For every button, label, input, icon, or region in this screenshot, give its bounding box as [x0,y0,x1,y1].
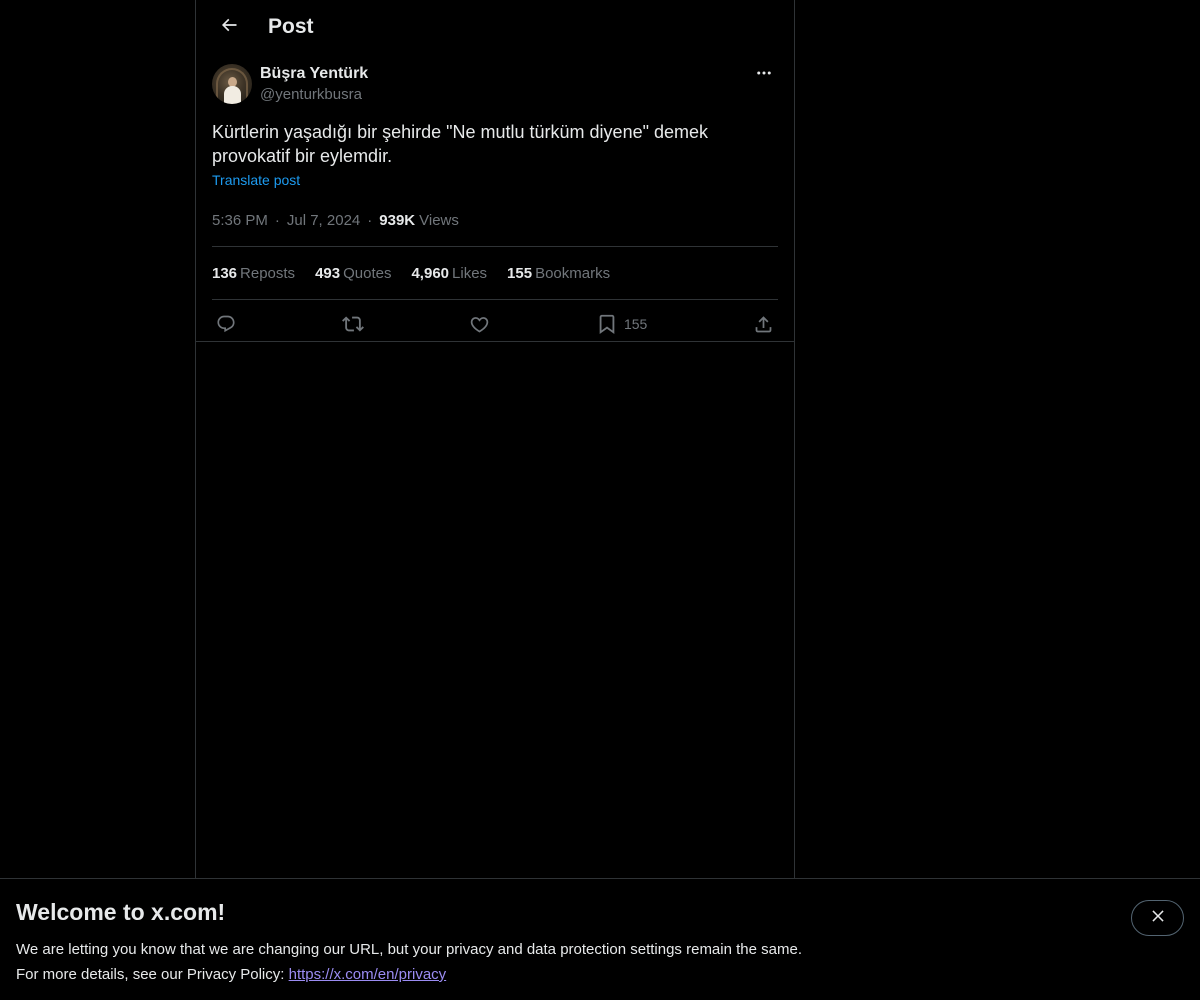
reposts-count: 136 [212,264,238,282]
privacy-policy-link[interactable]: https://x.com/en/privacy [289,966,447,983]
quotes-label: Quotes [343,264,392,282]
reply-icon [216,314,236,334]
quotes-stat[interactable]: 493 Quotes [315,265,391,282]
likes-label: Likes [452,264,488,282]
back-button[interactable] [212,10,246,44]
close-icon [1149,907,1167,930]
page-title: Post [268,15,314,38]
bookmarks-count: 155 [507,264,533,282]
views-count: 939K [379,211,416,229]
post-time[interactable]: 5:36 PM [212,212,268,229]
post-stats: 136 Reposts 493 Quotes 4,960 Likes 155 Bookm… [212,247,778,299]
more-options-button[interactable] [750,64,778,86]
likes-count: 4,960 [411,264,450,282]
post-text-line-1: Kürtlerin yaşadığı bir şehirde "Ne mutlu… [212,122,709,142]
banner-line-2: For more details, see our Privacy Policy… [16,962,1184,987]
author-handle[interactable]: @yenturkbusra [260,84,368,106]
avatar[interactable] [212,64,252,104]
post-text: Kürtlerin yaşadığı bir şehirde "Ne mutlu… [212,120,752,168]
post-text-line-2: provokatif bir eylemdir. [212,146,393,166]
bookmarks-label: Bookmarks [535,264,611,282]
meta-separator: · [367,211,373,229]
reposts-label: Reposts [240,264,296,282]
share-icon [753,314,774,335]
banner-line-1: We are letting you know that we are chan… [16,941,802,958]
bookmarks-stat[interactable]: 155 Bookmarks [507,265,610,282]
author-names: Büşra Yentürk @yenturkbusra [260,64,368,106]
translate-post-link[interactable]: Translate post [212,172,300,188]
bookmark-icon [596,313,618,335]
author-row: Büşra Yentürk @yenturkbusra [212,64,778,106]
more-horizontal-icon [755,64,773,87]
bookmark-count: 155 [623,316,648,332]
banner-line-2-prefix: For more details, see our Privacy Policy… [16,966,285,983]
post: Büşra Yentürk @yenturkbusra Kürtlerin ya… [196,64,794,348]
post-bottom-divider [196,341,794,342]
url-change-banner: Welcome to x.com! We are letting you kno… [0,878,1200,1000]
likes-stat[interactable]: 4,960 Likes [411,265,487,282]
bookmark-button[interactable]: 155 [596,313,647,335]
banner-text: We are letting you know that we are chan… [16,937,1184,987]
author-display-name[interactable]: Büşra Yentürk [260,64,368,84]
top-bar: Post [196,0,794,54]
banner-title: Welcome to x.com! [16,899,226,925]
repost-button[interactable] [341,313,364,335]
views-label: Views [419,211,459,229]
reposts-stat[interactable]: 136 Reposts [212,265,295,282]
repost-icon [341,313,364,335]
close-banner-button[interactable] [1131,900,1184,936]
share-button[interactable] [753,314,774,335]
reply-button[interactable] [216,314,236,334]
post-date[interactable]: Jul 7, 2024 [287,212,360,229]
meta-separator: · [274,211,280,229]
main-column: Post Büşra Yentürk @yenturkbusra Kürtler… [195,0,795,880]
quotes-count: 493 [315,264,341,282]
like-button[interactable] [469,314,490,335]
post-meta: 5:36 PM · Jul 7, 2024 · 939K Views [212,208,778,232]
heart-icon [469,314,490,335]
arrow-left-icon [219,15,239,40]
